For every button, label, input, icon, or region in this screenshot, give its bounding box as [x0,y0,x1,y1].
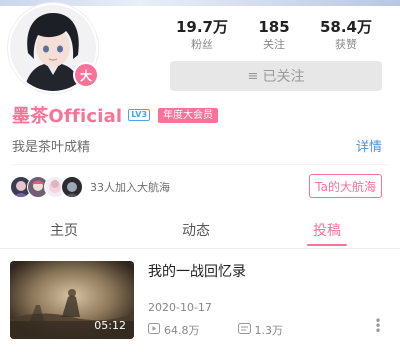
tab-uploads[interactable]: 投稿 [313,220,341,240]
divider [12,164,388,165]
profile-sign: 我是茶叶成精 [12,140,91,155]
profile-screen: 大 19.7万 粉丝 185 关注 58.4万 获赞 ≡ 已关注 墨茶Offic… [0,0,400,352]
video-title[interactable]: 我的一战回忆录 [148,261,246,281]
followed-button[interactable]: ≡ 已关注 [170,61,382,91]
stat-likes[interactable]: 58.4万 获赞 [310,18,382,54]
more-vertical-icon[interactable]: • • • [374,315,382,337]
voyage-button[interactable]: Ta的大航海 [309,174,382,198]
video-item[interactable]: 05:12 我的一战回忆录 2020-10-17 64.8万 1.3万 • • • [10,261,390,341]
stat-value: 19.7万 [175,18,228,36]
video-duration: 05:12 [94,319,126,332]
play-icon [148,323,160,337]
stat-label: 关注 [263,38,285,51]
play-count: 64.8万 [148,322,200,338]
stat-followers[interactable]: 19.7万 粉丝 [166,18,238,54]
profile-stats: 19.7万 粉丝 185 关注 58.4万 获赞 [166,18,382,54]
active-tab-indicator [307,244,347,246]
danmaku-count-value: 1.3万 [254,324,284,337]
followed-button-label: 已关注 [262,69,305,85]
video-metrics: 64.8万 1.3万 [148,322,283,338]
stat-value: 58.4万 [319,18,372,36]
stat-label: 粉丝 [191,38,213,51]
name-row: 墨茶Official LV3 年度大会员 [12,103,219,127]
danmaku-count: 1.3万 [237,322,284,338]
vip-badge[interactable]: 年度大会员 [158,107,219,123]
play-count-value: 64.8万 [164,324,200,337]
voyage-row: 33人加入大航海 Ta的大航海 [10,174,382,200]
details-link[interactable]: 详情 [356,136,382,155]
voyage-member-avatars[interactable] [10,176,90,198]
tab-dynamics[interactable]: 动态 [182,220,210,240]
voyage-count-text: 33人加入大航海 [90,181,170,194]
level-badge: LV3 [128,109,151,121]
username: 墨茶Official [12,106,123,127]
member-avatar [61,176,83,198]
danmaku-icon [237,323,251,337]
stat-following[interactable]: 185 关注 [238,18,310,54]
avatar-badge: 大 [73,62,99,88]
video-thumbnail[interactable]: 05:12 [10,261,134,339]
video-date: 2020-10-17 [148,301,212,314]
menu-lines-icon: ≡ [247,68,259,84]
profile-tabs: 主页 动态 投稿 [0,214,400,249]
tab-home[interactable]: 主页 [50,220,78,240]
stat-label: 获赞 [335,38,357,51]
stat-value: 185 [258,18,290,36]
